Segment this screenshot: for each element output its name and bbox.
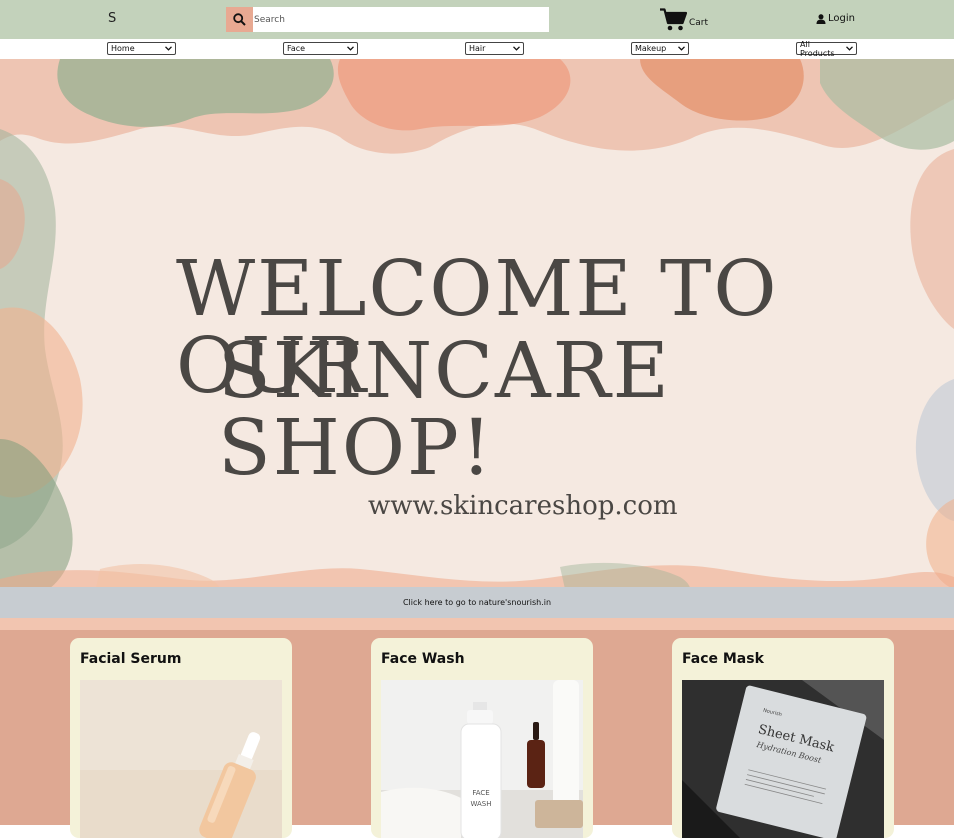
product-title: Face Wash xyxy=(381,651,465,667)
site-logo[interactable]: S xyxy=(108,11,116,26)
nav-select-label: Home xyxy=(111,44,135,53)
chevron-down-icon xyxy=(513,46,520,51)
login-button[interactable]: Login xyxy=(816,13,855,24)
chevron-down-icon xyxy=(347,46,354,51)
product-image-face-wash: FACE WASH xyxy=(381,680,583,838)
chevron-down-icon xyxy=(165,46,172,51)
product-label: FACE xyxy=(472,789,489,797)
product-card-face-mask[interactable]: Face Mask Nourish Sheet Mask Hydration B… xyxy=(672,638,894,838)
cart-label: Cart xyxy=(689,18,709,28)
cart-icon xyxy=(660,8,687,31)
search-input[interactable] xyxy=(253,7,549,32)
hero-banner: WELCOME TO OUR SKINCARE SHOP! www.skinca… xyxy=(0,59,954,630)
external-site-link[interactable]: Click here to go to nature'snourish.in xyxy=(0,587,954,618)
hero-heading-line-2: SKINCARE SHOP! xyxy=(218,327,671,493)
chevron-down-icon xyxy=(678,46,685,51)
nav-select-hair[interactable]: Hair xyxy=(465,42,524,55)
product-card-facial-serum[interactable]: Facial Serum xyxy=(70,638,292,838)
search-button[interactable] xyxy=(226,7,253,32)
nav-select-makeup[interactable]: Makeup xyxy=(631,42,689,55)
product-title: Face Mask xyxy=(682,651,764,667)
nav-select-face[interactable]: Face xyxy=(283,42,358,55)
user-icon xyxy=(816,13,826,24)
nav-select-label: All Products xyxy=(800,39,835,58)
product-image-face-mask: Nourish Sheet Mask Hydration Boost xyxy=(682,680,884,838)
product-title: Facial Serum xyxy=(80,651,182,667)
login-label: Login xyxy=(828,13,855,24)
nav-select-label: Makeup xyxy=(635,44,667,53)
nav-select-label: Face xyxy=(287,44,306,53)
nav-select-home[interactable]: Home xyxy=(107,42,176,55)
product-card-face-wash[interactable]: Face Wash FACE WASH xyxy=(371,638,593,838)
nav-select-label: Hair xyxy=(469,44,486,53)
chevron-down-icon xyxy=(846,46,853,51)
hero-website-url: www.skincareshop.com xyxy=(368,491,678,521)
search-icon xyxy=(233,13,246,26)
nav-select-all-products[interactable]: All Products xyxy=(796,39,857,58)
product-label: WASH xyxy=(470,800,491,808)
product-image-facial-serum xyxy=(80,680,282,838)
cart-button[interactable]: Cart xyxy=(660,8,708,31)
